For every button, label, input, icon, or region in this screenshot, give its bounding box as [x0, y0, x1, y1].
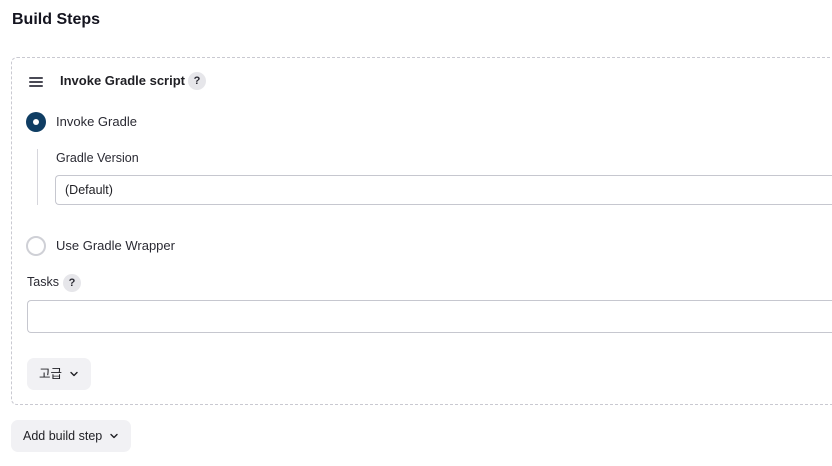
use-gradle-wrapper-radio[interactable]: [26, 236, 46, 256]
nested-options-divider: [37, 149, 38, 205]
invoke-gradle-radio[interactable]: [26, 112, 46, 132]
step-help-icon[interactable]: ?: [188, 72, 206, 90]
section-title: Build Steps: [12, 11, 101, 28]
tasks-help-icon[interactable]: ?: [63, 274, 81, 292]
chevron-down-icon: [70, 371, 78, 377]
add-build-step-label: Add build step: [23, 429, 103, 443]
gradle-version-label: Gradle Version: [56, 151, 139, 165]
advanced-button-label: 고급: [39, 367, 63, 381]
tasks-label: Tasks: [27, 275, 59, 289]
drag-handle-icon[interactable]: [29, 77, 43, 87]
invoke-gradle-label[interactable]: Invoke Gradle: [56, 113, 137, 131]
step-title: Invoke Gradle script: [60, 73, 185, 88]
add-build-step-button[interactable]: Add build step: [11, 420, 132, 452]
build-step-card: Invoke Gradle script ? Invoke Gradle Gra…: [11, 57, 832, 405]
tasks-input[interactable]: [27, 300, 832, 333]
chevron-down-icon: [110, 433, 118, 439]
use-gradle-wrapper-label[interactable]: Use Gradle Wrapper: [56, 237, 175, 255]
gradle-version-select[interactable]: (Default): [55, 175, 832, 205]
advanced-button[interactable]: 고급: [27, 358, 92, 390]
